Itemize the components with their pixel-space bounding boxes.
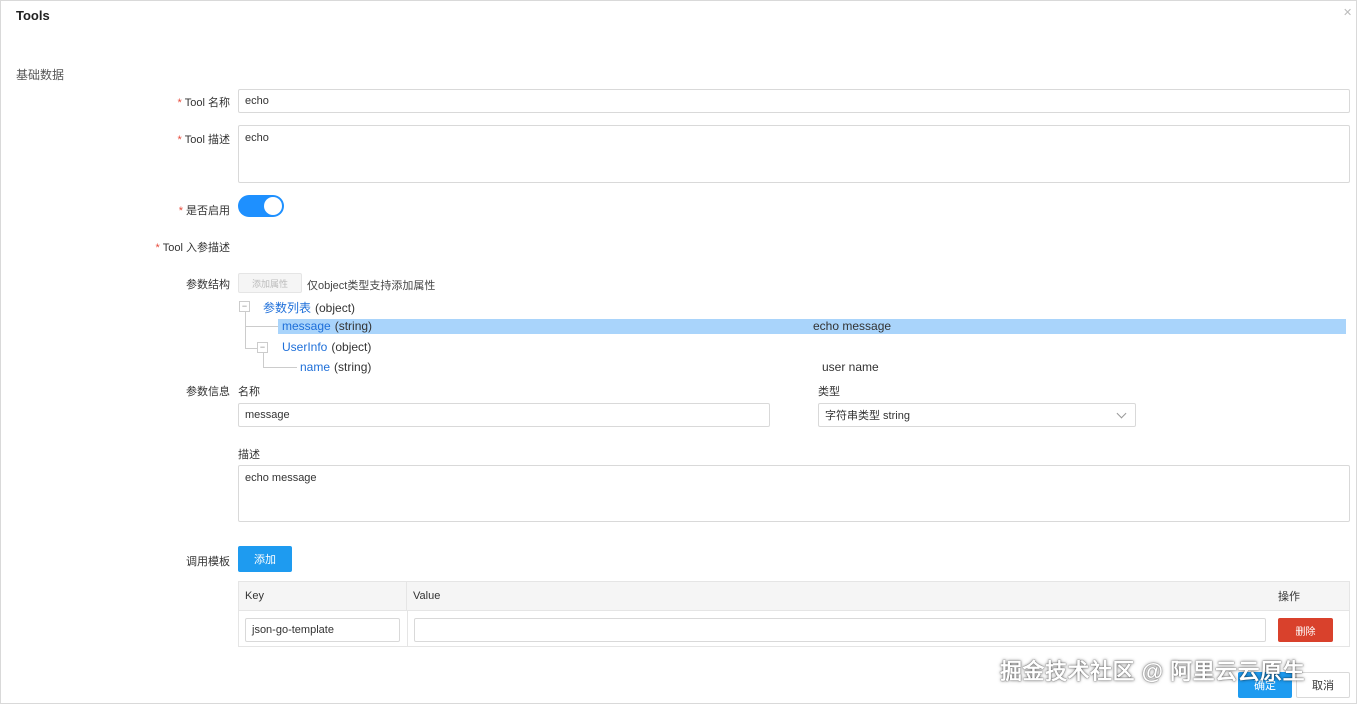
table-row: json-go-template 删除 — [239, 610, 1349, 647]
table-header-ops: 操作 — [1272, 582, 1349, 610]
column-divider — [407, 611, 408, 647]
tree-node-type: (object) — [331, 340, 372, 354]
param-name-title: 名称 — [238, 386, 260, 398]
tool-desc-textarea[interactable]: echo — [238, 125, 1350, 183]
add-attribute-button[interactable]: 添加属性 — [238, 273, 302, 293]
param-structure-hint: 仅object类型支持添加属性 — [307, 280, 436, 292]
required-mark: * — [177, 97, 182, 109]
params-desc-label-text: Tool 入参描述 — [162, 242, 230, 254]
enabled-label: * 是否启用 — [0, 202, 230, 218]
template-table: Key Value 操作 json-go-template 删除 — [238, 581, 1350, 647]
enabled-label-text: 是否启用 — [186, 205, 230, 217]
tree-node-type: (string) — [334, 319, 373, 333]
tree-node-message[interactable]: message (string) — [282, 319, 372, 333]
table-header-value: Value — [407, 582, 1272, 610]
tool-desc-label: * Tool 描述 — [0, 131, 230, 147]
param-desc-textarea[interactable]: echo message — [238, 465, 1350, 522]
tree-node-root[interactable]: 参数列表 (object) — [263, 299, 355, 316]
tool-name-label-text: Tool 名称 — [184, 97, 230, 109]
tree-node-type: (string) — [334, 360, 372, 374]
tree-node-key: name — [300, 360, 331, 374]
param-type-title: 类型 — [818, 386, 840, 398]
tree-guide-line — [263, 367, 297, 368]
param-type-select[interactable]: 字符串类型 string — [818, 403, 1136, 427]
param-structure-label: 参数结构 — [186, 279, 230, 291]
required-mark: * — [155, 242, 160, 254]
dialog-title: Tools — [16, 8, 50, 23]
tree-guide-line — [263, 353, 264, 367]
tree-node-desc: user name — [822, 360, 879, 374]
section-title: 基础数据 — [16, 68, 65, 82]
required-mark: * — [177, 134, 182, 146]
table-header-key: Key — [239, 582, 407, 610]
watermark-text: 掘金技术社区 @ 阿里云云原生 — [1000, 659, 1306, 684]
tree-node-type: (object) — [315, 301, 356, 315]
param-desc-title: 描述 — [238, 449, 260, 461]
tool-desc-label-text: Tool 描述 — [184, 134, 230, 146]
tree-node-message-selected[interactable] — [278, 319, 1346, 334]
required-mark: * — [178, 205, 183, 217]
tree-guide-line — [245, 312, 246, 348]
add-template-button[interactable]: 添加 — [238, 546, 292, 572]
toggle-knob — [264, 197, 282, 215]
template-label: 调用模板 — [186, 556, 230, 568]
template-value-input[interactable] — [414, 618, 1266, 642]
enabled-toggle[interactable] — [238, 195, 284, 217]
tree-node-key: message — [282, 319, 331, 333]
tree-guide-line — [245, 326, 278, 327]
param-name-input[interactable]: message — [238, 403, 770, 427]
tree-toggle-collapse-icon[interactable]: − — [257, 342, 268, 353]
param-type-value: 字符串类型 string — [825, 410, 910, 422]
tree-guide-line — [245, 348, 257, 349]
tree-node-name[interactable]: name (string) — [300, 360, 371, 374]
chevron-down-icon — [1116, 408, 1127, 419]
tool-name-label: * Tool 名称 — [0, 94, 230, 110]
param-info-label: 参数信息 — [186, 386, 230, 398]
template-key-input[interactable]: json-go-template — [245, 618, 400, 642]
tree-toggle-collapse-icon[interactable]: − — [239, 301, 250, 312]
tree-node-userinfo[interactable]: UserInfo (object) — [282, 340, 371, 354]
tree-node-key: 参数列表 — [263, 301, 312, 315]
tool-name-input[interactable]: echo — [238, 89, 1350, 113]
close-icon[interactable]: ✕ — [1343, 6, 1352, 19]
tree-node-key: UserInfo — [282, 340, 328, 354]
tree-node-desc: echo message — [813, 319, 892, 333]
params-desc-label: * Tool 入参描述 — [0, 239, 230, 255]
delete-row-button[interactable]: 删除 — [1278, 618, 1333, 642]
